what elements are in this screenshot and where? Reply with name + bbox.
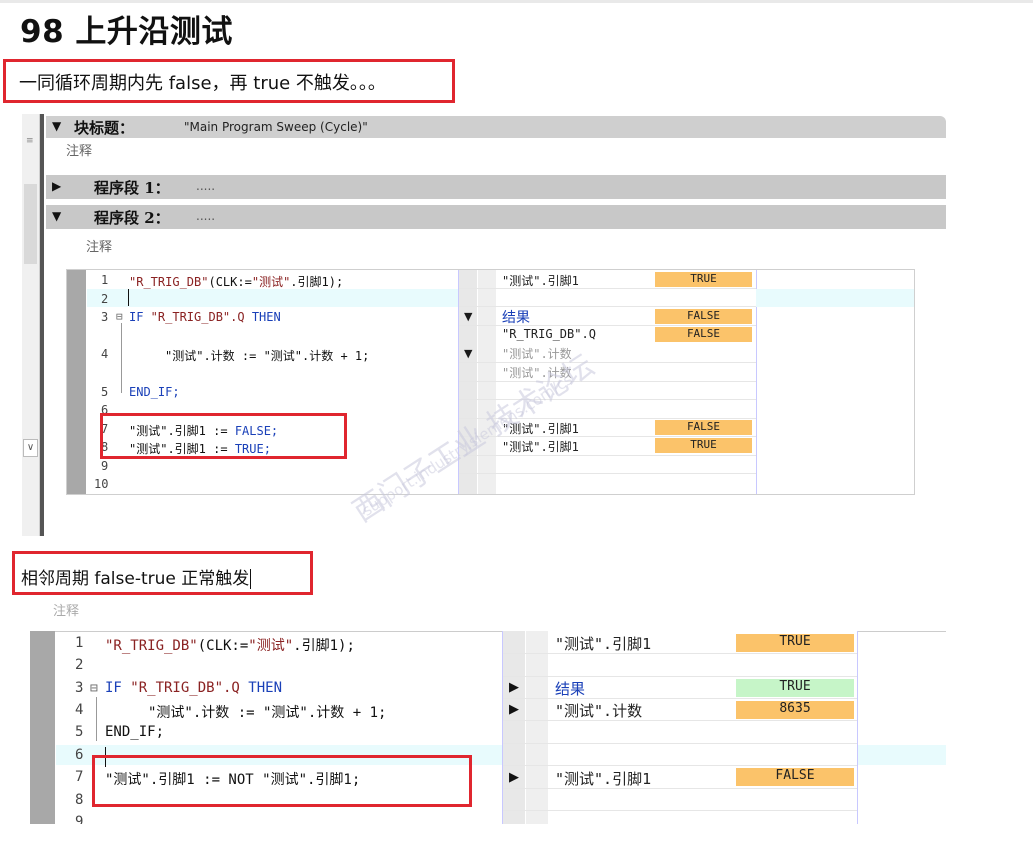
text-cursor xyxy=(250,569,252,589)
monitor-value-false: FALSE xyxy=(736,768,854,786)
annotation-red-box xyxy=(92,755,472,807)
monitor-label: "测试".引脚1 xyxy=(555,635,652,653)
line-number: 2 xyxy=(101,292,109,306)
vertical-scrollbar[interactable]: ≡ ∨ xyxy=(22,114,40,536)
line-number: 1 xyxy=(101,273,109,287)
fold-toggle-icon[interactable]: ⊟ xyxy=(116,310,123,323)
monitor-label: "测试".计数 xyxy=(555,702,643,720)
monitor-label: "测试".引脚1 xyxy=(502,274,579,288)
note-text: 一同循环周期内先 false，再 true 不触发。。。 xyxy=(19,73,386,94)
monitor-marker-column xyxy=(526,631,548,824)
code-line-1[interactable]: "R_TRIG_DB"(CLK:="测试".引脚1); xyxy=(105,635,355,655)
monitor-marker-column xyxy=(478,270,496,494)
code-line-5[interactable]: END_IF; xyxy=(105,724,164,740)
editor-gutter xyxy=(67,270,86,494)
fold-guide xyxy=(96,697,97,741)
note-text: 相邻周期 false-true 正常触发 xyxy=(21,569,250,589)
segment-2-label: 程序段 2： xyxy=(94,209,170,227)
line-number: 9 xyxy=(75,814,84,824)
segment-2-comment[interactable]: 注释 xyxy=(86,236,112,255)
monitor-value-count: 8635 xyxy=(736,701,854,719)
line-number: 2 xyxy=(75,657,84,673)
expand-down-icon[interactable]: ▼ xyxy=(464,310,472,323)
monitor-value-false: FALSE xyxy=(655,420,752,435)
monitor-result-label: 结果 xyxy=(502,310,530,326)
scrollbar-thumb[interactable] xyxy=(24,184,37,264)
block-title-header[interactable]: ▼ 块标题： "Main Program Sweep (Cycle)" xyxy=(46,116,946,138)
monitor-value-true: TRUE xyxy=(736,679,854,697)
segment-1-label: 程序段 1： xyxy=(94,179,170,197)
line-number: 7 xyxy=(75,769,84,785)
code-line-5[interactable]: END_IF; xyxy=(129,385,180,399)
monitor-result-label: 结果 xyxy=(555,680,586,698)
line-number: 3 xyxy=(75,680,84,696)
segment-2-title[interactable]: ..... xyxy=(196,209,215,223)
text-cursor xyxy=(128,289,129,306)
line-number: 5 xyxy=(101,385,109,399)
line-number: 9 xyxy=(101,459,109,473)
line-number: 3 xyxy=(101,310,109,324)
line-number: 4 xyxy=(101,347,109,361)
monitor-label: "测试".引脚1 xyxy=(555,770,652,788)
code-line-4[interactable]: "测试".计数 := "测试".计数 + 1; xyxy=(165,347,369,364)
monitor-value-false: FALSE xyxy=(655,327,752,342)
monitor-label: "测试".引脚1 xyxy=(502,440,579,454)
annotation-note-adjacent-cycle: 相邻周期 false-true 正常触发 xyxy=(12,551,313,595)
monitor-marker-column xyxy=(503,631,525,824)
code-line-4[interactable]: "测试".计数 := "测试".计数 + 1; xyxy=(148,702,386,722)
monitor-value-false: FALSE xyxy=(655,309,752,324)
expand-right-icon[interactable]: ▶ xyxy=(509,770,519,785)
line-number: 8 xyxy=(75,792,84,808)
grip-icon: ≡ xyxy=(26,136,34,146)
segment-2-header[interactable]: ▼ 程序段 2： ..... xyxy=(46,205,946,229)
monitor-pane: "测试".引脚1 TRUE ▶ 结果 TRUE ▶ "测试".计数 8635 ▶… xyxy=(502,631,858,824)
line-number: 1 xyxy=(75,635,84,651)
monitor-pane: "测试".引脚1 TRUE ▼ 结果 FALSE "R_TRIG_DB".Q F… xyxy=(458,270,757,494)
tia-screenshot-1: ≡ ∨ ▼ 块标题： "Main Program Sweep (Cycle)" … xyxy=(22,114,946,536)
editor-gutter xyxy=(30,631,55,824)
collapse-triangle-icon[interactable]: ▼ xyxy=(52,209,61,223)
scroll-down-button[interactable]: ∨ xyxy=(23,439,38,457)
block-edge-bar xyxy=(40,114,44,536)
annotation-note-same-cycle: 一同循环周期内先 false，再 true 不触发。。。 xyxy=(3,59,455,103)
segment-1-header[interactable]: ▶ 程序段 1： ..... xyxy=(46,175,946,199)
page-title: 98 上升沿测试 xyxy=(20,14,233,50)
line-number: 10 xyxy=(94,477,109,491)
monitor-value-true: TRUE xyxy=(655,272,752,287)
block-title-value[interactable]: "Main Program Sweep (Cycle)" xyxy=(184,120,368,134)
code-line-3[interactable]: IF "R_TRIG_DB".Q THEN xyxy=(105,680,282,696)
line-number: 4 xyxy=(75,702,84,718)
line-number: 6 xyxy=(75,747,84,763)
expand-down-icon[interactable]: ▼ xyxy=(464,347,472,360)
tia-screenshot-2: 注释 1 2 3 4 5 6 7 8 9 ⊟ "R_TRIG_DB"(CLK:=… xyxy=(30,598,946,824)
expand-right-icon[interactable]: ▶ xyxy=(509,702,519,717)
monitor-label: "R_TRIG_DB".Q xyxy=(502,327,596,341)
fold-toggle-icon[interactable]: ⊟ xyxy=(90,681,98,696)
block-comment[interactable]: 注释 xyxy=(66,140,92,159)
segment-comment[interactable]: 注释 xyxy=(53,600,79,619)
scl-code-editor[interactable]: 1 2 3 4 5 6 7 8 9 10 ⊟ "R_TRIG_DB"(CLK:=… xyxy=(66,269,915,495)
fold-guide xyxy=(121,323,122,393)
monitor-value-true: TRUE xyxy=(736,634,854,652)
top-divider xyxy=(0,0,1033,3)
code-line-1[interactable]: "R_TRIG_DB"(CLK:="测试".引脚1); xyxy=(129,273,343,290)
block-title-label: 块标题： xyxy=(74,119,135,137)
annotation-red-box xyxy=(100,413,347,459)
expand-triangle-icon[interactable]: ▶ xyxy=(52,179,61,193)
monitor-value-true: TRUE xyxy=(655,438,752,453)
segment-1-title[interactable]: ..... xyxy=(196,179,215,193)
collapse-triangle-icon[interactable]: ▼ xyxy=(52,119,61,133)
current-line-highlight xyxy=(756,289,914,307)
expand-right-icon[interactable]: ▶ xyxy=(509,680,519,695)
line-number: 5 xyxy=(75,724,84,740)
code-line-3[interactable]: IF "R_TRIG_DB".Q THEN xyxy=(129,310,281,324)
